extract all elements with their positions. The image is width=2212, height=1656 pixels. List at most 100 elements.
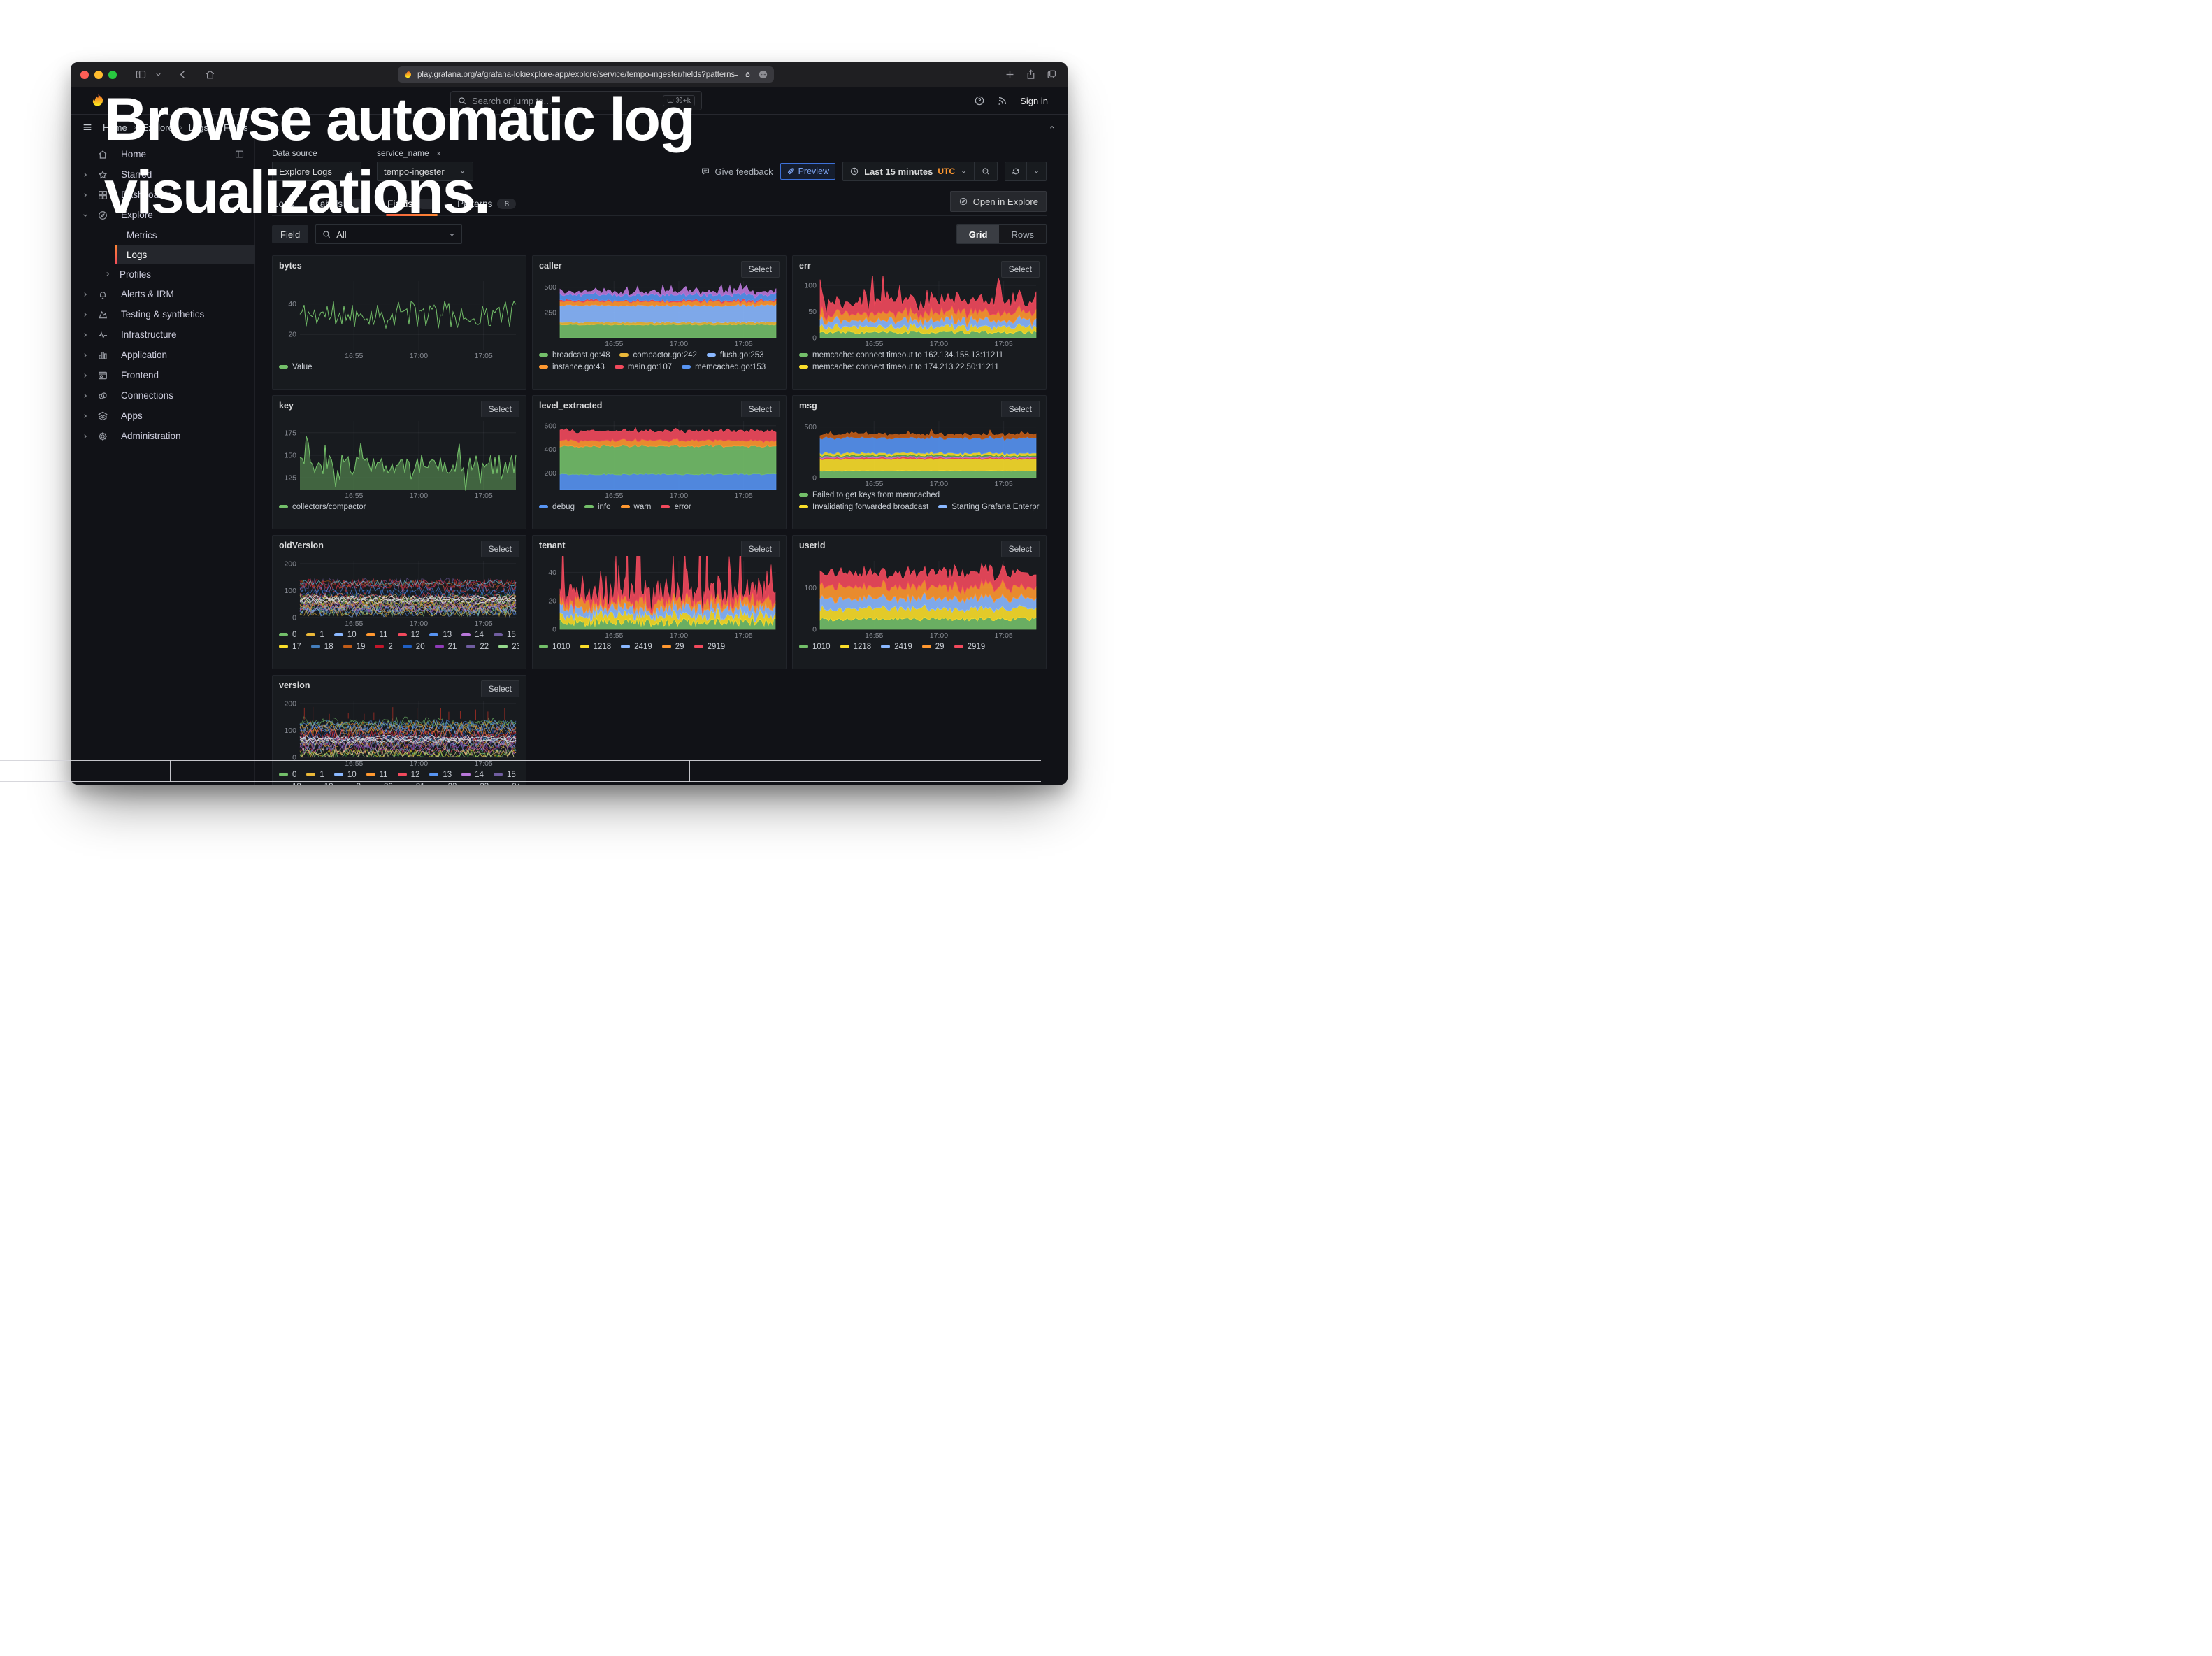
legend-item[interactable]: Value <box>279 363 313 371</box>
legend-item[interactable]: 14 <box>461 631 484 639</box>
legend-item[interactable]: compactor.go:242 <box>619 351 696 359</box>
select-button[interactable]: Select <box>741 401 780 417</box>
legend-item[interactable]: 18 <box>279 783 301 785</box>
sidebar-item-testing-synthetics[interactable]: Testing & synthetics <box>71 304 254 324</box>
legend-item[interactable]: memcached.go:153 <box>682 363 766 371</box>
tab-overview-icon[interactable] <box>1046 69 1058 80</box>
legend-item[interactable]: 29 <box>922 643 945 651</box>
legend-item[interactable]: 11 <box>366 771 388 779</box>
chevron-right-icon[interactable] <box>99 271 117 278</box>
help-icon[interactable] <box>974 95 985 106</box>
legend-item[interactable]: 17 <box>279 643 301 651</box>
sidebar-item-infrastructure[interactable]: Infrastructure <box>71 324 254 345</box>
refresh-button[interactable] <box>1005 162 1026 180</box>
sidebar-item-profiles[interactable]: Profiles <box>99 264 230 284</box>
legend-item[interactable]: 10 <box>334 771 357 779</box>
legend-item[interactable]: 29 <box>662 643 684 651</box>
legend-item[interactable]: Invalidating forwarded broadcast <box>799 503 928 511</box>
legend-item[interactable]: 0 <box>279 631 296 639</box>
legend-item[interactable]: 10 <box>334 631 357 639</box>
sidebar-item-administration[interactable]: Administration <box>71 426 254 446</box>
legend-item[interactable]: 18 <box>311 643 333 651</box>
legend-item[interactable]: collectors/compactor <box>279 503 366 511</box>
legend-item[interactable]: memcache: connect timeout to 162.134.158… <box>799 351 1003 359</box>
time-range-picker[interactable]: Last 15 minutes UTC <box>842 162 998 181</box>
share-icon[interactable] <box>1025 69 1037 80</box>
sidebar-item-application[interactable]: Application <box>71 345 254 365</box>
select-button[interactable]: Select <box>481 541 519 557</box>
legend-item[interactable]: 24 <box>498 783 519 785</box>
view-toggle-rows[interactable]: Rows <box>999 225 1046 243</box>
legend-item[interactable]: 20 <box>371 783 393 785</box>
sign-in-link[interactable]: Sign in <box>1020 96 1048 106</box>
sidebar-item-apps[interactable]: Apps <box>71 406 254 426</box>
chevron-right-icon[interactable] <box>82 171 97 178</box>
select-button[interactable]: Select <box>741 541 780 557</box>
legend-item[interactable]: 2919 <box>954 643 986 651</box>
legend-item[interactable]: broadcast.go:48 <box>539 351 610 359</box>
legend-item[interactable]: 20 <box>403 643 425 651</box>
sidebar-item-frontend[interactable]: Frontend <box>71 365 254 385</box>
legend-item[interactable]: warn <box>621 503 652 511</box>
legend-item[interactable]: Starting Grafana Enterpri <box>938 503 1040 511</box>
address-bar[interactable]: play.grafana.org/a/grafana-lokiexplore-a… <box>398 66 774 83</box>
sidebar-item-alerts-irm[interactable]: Alerts & IRM <box>71 284 254 304</box>
legend-item[interactable]: 2 <box>343 783 361 785</box>
legend-item[interactable]: 11 <box>366 631 388 639</box>
select-button[interactable]: Select <box>481 680 519 697</box>
select-button[interactable]: Select <box>1001 401 1040 417</box>
legend-item[interactable]: 2419 <box>621 643 652 651</box>
legend-item[interactable]: 1010 <box>799 643 831 651</box>
view-toggle-grid[interactable]: Grid <box>957 225 1000 243</box>
legend-item[interactable]: info <box>584 503 611 511</box>
legend-item[interactable]: instance.go:43 <box>539 363 605 371</box>
legend-item[interactable]: 1 <box>306 631 324 639</box>
legend-item[interactable]: main.go:107 <box>615 363 672 371</box>
legend-item[interactable]: 15 <box>494 631 516 639</box>
zoom-out-button[interactable] <box>975 162 997 180</box>
legend-item[interactable]: 13 <box>429 631 452 639</box>
legend-item[interactable]: 14 <box>461 771 484 779</box>
legend-item[interactable]: 15 <box>494 771 516 779</box>
sidebar-item-connections[interactable]: Connections <box>71 385 254 406</box>
back-icon[interactable] <box>177 69 189 80</box>
legend-item[interactable]: 1218 <box>840 643 872 651</box>
refresh-picker[interactable] <box>1005 162 1047 181</box>
tab-group-chevron-icon[interactable] <box>152 69 164 80</box>
chevron-right-icon[interactable] <box>82 392 97 399</box>
chevron-right-icon[interactable] <box>82 372 97 379</box>
chevron-right-icon[interactable] <box>82 352 97 359</box>
sidebar-item-logs[interactable]: Logs <box>115 245 255 264</box>
legend-item[interactable]: 2919 <box>694 643 726 651</box>
legend-item[interactable]: 13 <box>429 771 452 779</box>
close-window-button[interactable] <box>80 71 89 79</box>
open-in-explore-button[interactable]: Open in Explore <box>950 191 1047 212</box>
legend-item[interactable]: 22 <box>435 783 457 785</box>
new-tab-icon[interactable] <box>1004 69 1016 80</box>
legend-item[interactable]: 19 <box>343 643 366 651</box>
chevron-right-icon[interactable] <box>82 331 97 338</box>
news-rss-icon[interactable] <box>997 95 1008 106</box>
legend-item[interactable]: debug <box>539 503 575 511</box>
home-icon[interactable] <box>204 69 216 80</box>
chevron-right-icon[interactable] <box>82 433 97 440</box>
legend-item[interactable]: 1 <box>306 771 324 779</box>
chevron-right-icon[interactable] <box>82 311 97 318</box>
legend-item[interactable]: Failed to get keys from memcached <box>799 491 940 499</box>
legend-item[interactable]: 2 <box>375 643 392 651</box>
sidebar-toggle-icon[interactable] <box>135 69 147 80</box>
select-button[interactable]: Select <box>741 261 780 278</box>
legend-item[interactable]: error <box>661 503 691 511</box>
legend-item[interactable]: 23 <box>466 783 489 785</box>
legend-item[interactable]: flush.go:253 <box>707 351 764 359</box>
select-button[interactable]: Select <box>1001 261 1040 278</box>
legend-item[interactable]: 21 <box>435 643 457 651</box>
menu-icon[interactable] <box>82 122 93 133</box>
give-feedback-link[interactable]: Give feedback <box>701 166 773 177</box>
zoom-window-button[interactable] <box>108 71 117 79</box>
legend-item[interactable]: 12 <box>398 771 420 779</box>
legend-item[interactable]: 0 <box>279 771 296 779</box>
legend-item[interactable]: 12 <box>398 631 420 639</box>
chevron-right-icon[interactable] <box>82 192 97 199</box>
chevron-right-icon[interactable] <box>82 413 97 420</box>
